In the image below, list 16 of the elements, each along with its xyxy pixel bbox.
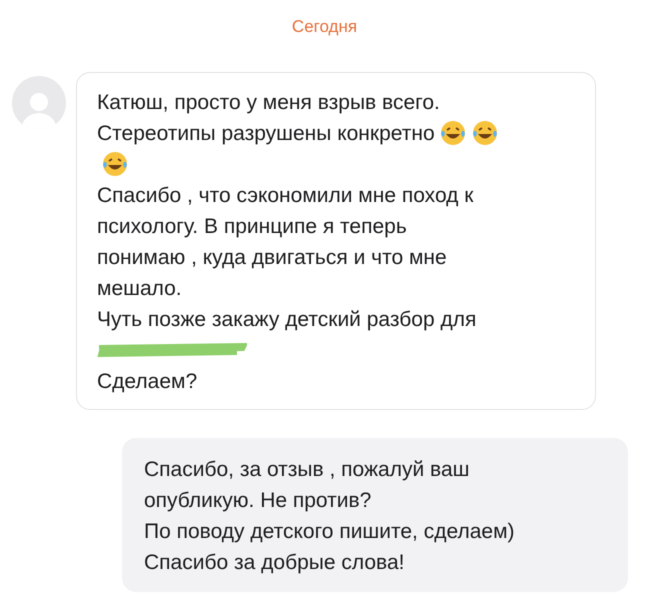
laughing-emoji-icon bbox=[470, 119, 499, 147]
message-line: Спасибо, за отзыв , пожалуй ваш bbox=[144, 456, 470, 482]
message-line: психологу. В принципе я теперь bbox=[97, 214, 407, 240]
message-line: Спасибо за добрые слова! bbox=[144, 550, 406, 576]
laughing-emoji-icon bbox=[438, 119, 467, 147]
date-separator: Сегодня bbox=[292, 16, 358, 38]
message-line: Спасибо , что сэкономили мне поход к bbox=[97, 182, 474, 208]
message-line: опубликую. Не против? bbox=[144, 488, 372, 514]
laughing-emoji-icon bbox=[101, 150, 129, 178]
message-line: Чуть позже закажу детский разбор для bbox=[97, 306, 476, 332]
message-line: По поводу детского пишите, сделаем) bbox=[144, 518, 516, 544]
message-line: Сделаем? bbox=[97, 368, 198, 394]
message-line: мешало. bbox=[97, 276, 182, 302]
message-line: понимаю , куда двигаться и что мне bbox=[97, 244, 447, 270]
message-line: Стереотипы разрушены конкретно bbox=[97, 120, 435, 146]
message-line: Катюш, просто у меня взрыв всего. bbox=[97, 90, 440, 116]
